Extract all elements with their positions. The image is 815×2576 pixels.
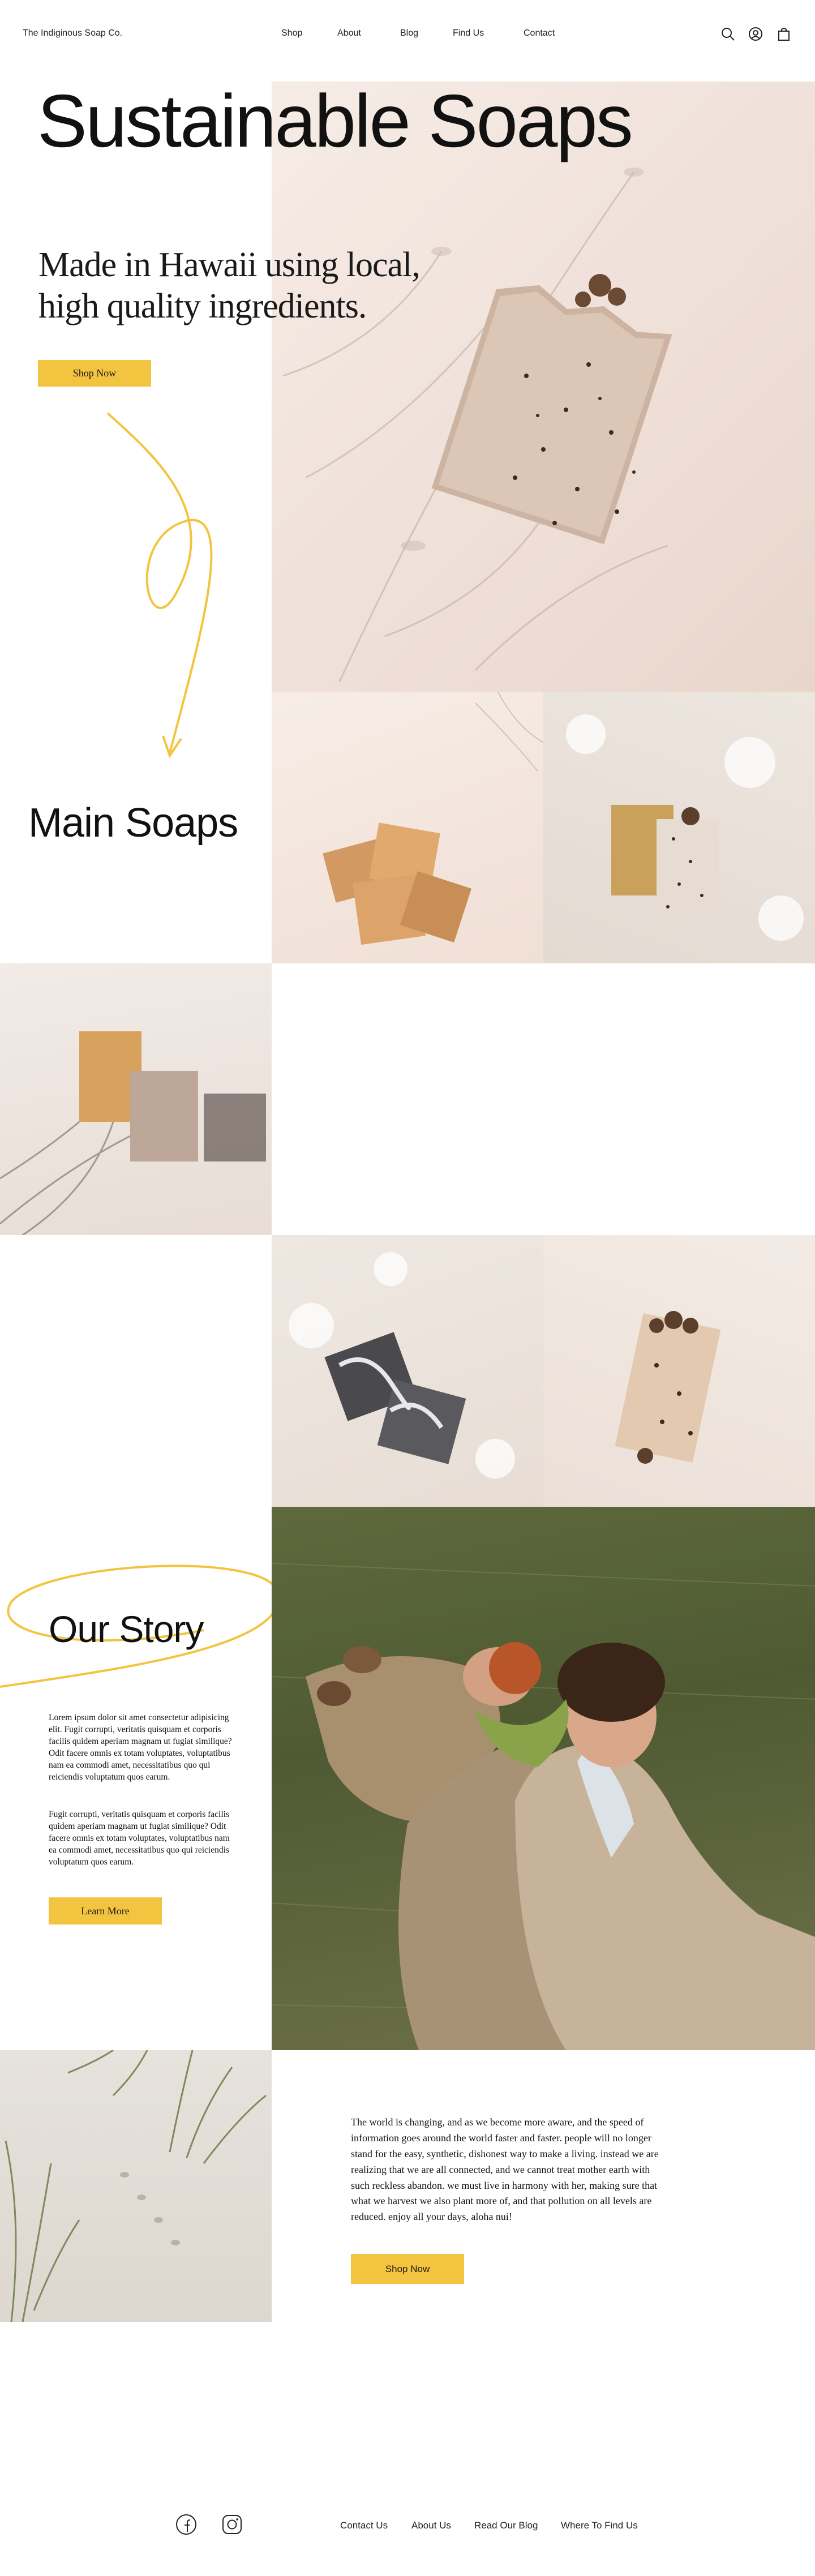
mission-statement: The world is changing, and as we become … bbox=[351, 2116, 659, 2223]
nav-shop[interactable]: Shop bbox=[281, 28, 302, 38]
beach-dunes-photo bbox=[0, 2050, 272, 2322]
main-soaps-title: Main Soaps bbox=[28, 800, 238, 846]
footer-link-about-us[interactable]: About Us bbox=[411, 2520, 451, 2531]
footer-link-where-to-find-us[interactable]: Where To Find Us bbox=[561, 2520, 638, 2531]
search-icon[interactable] bbox=[720, 26, 736, 42]
nav-about[interactable]: About bbox=[337, 28, 361, 38]
nav-contact[interactable]: Contact bbox=[524, 28, 555, 38]
account-icon[interactable] bbox=[748, 26, 763, 42]
nav-find-us[interactable]: Find Us bbox=[453, 28, 484, 38]
cart-icon[interactable] bbox=[776, 26, 792, 42]
story-paragraph-1: Lorem ipsum dolor sit amet consectetur a… bbox=[49, 1713, 232, 1782]
instagram-icon[interactable] bbox=[221, 2513, 243, 2536]
hero-subtitle: Made in Hawaii using local, high quality… bbox=[38, 246, 421, 326]
brand-logo-text[interactable]: The Indiginous Soap Co. bbox=[23, 28, 122, 38]
soap-photo-orange-bars bbox=[272, 692, 543, 963]
site-header: The Indiginous Soap Co. Shop About Blog … bbox=[0, 0, 815, 70]
soap-photo-coffee-bar bbox=[543, 1235, 815, 1507]
our-story-title: Our Story bbox=[49, 1608, 204, 1650]
soap-photo-shadows bbox=[0, 963, 272, 1235]
soap-photo-marble bbox=[272, 1235, 543, 1507]
facebook-icon[interactable] bbox=[175, 2513, 198, 2536]
learn-more-button[interactable]: Learn More bbox=[49, 1897, 162, 1925]
footer-link-read-our-blog[interactable]: Read Our Blog bbox=[474, 2520, 538, 2531]
hero-title: Sustainable Soaps bbox=[37, 79, 633, 162]
soap-photo-two-bars bbox=[543, 692, 815, 963]
yellow-arrow-doodle bbox=[106, 412, 213, 758]
footer-link-contact-us[interactable]: Contact Us bbox=[340, 2520, 388, 2531]
mission-shop-now-button[interactable]: Shop Now bbox=[351, 2254, 464, 2284]
hero-soap-photo bbox=[272, 82, 815, 692]
story-paragraph-2: Fugit corrupti, veritatis quisquam et co… bbox=[49, 1810, 230, 1867]
nav-blog[interactable]: Blog bbox=[400, 28, 418, 38]
hero-shop-now-button[interactable]: Shop Now bbox=[38, 360, 151, 387]
story-couple-photo bbox=[272, 1507, 815, 2050]
